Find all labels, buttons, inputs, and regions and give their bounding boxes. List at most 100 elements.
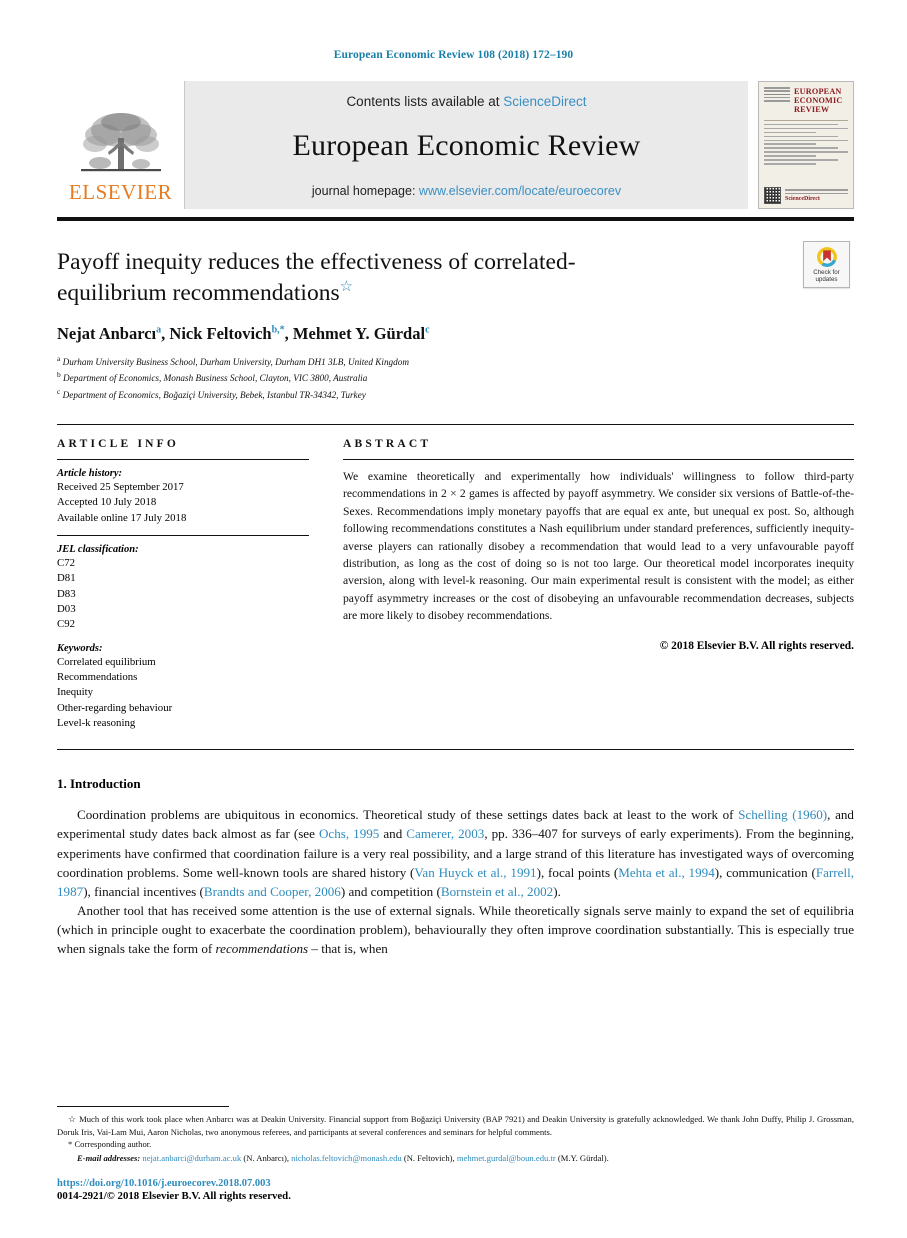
running-head: European Economic Review 108 (2018) 172–… [333,49,574,61]
article-title: Payoff inequity reduces the effectivenes… [57,247,677,308]
cover-brand-label: ScienceDirect [785,195,820,202]
article-page: European Economic Review 108 (2018) 172–… [0,0,907,1238]
journal-homepage-line: journal homepage: www.elsevier.com/locat… [312,184,621,198]
contents-available-line: Contents lists available at ScienceDirec… [346,94,586,109]
affiliation-c-text: Department of Economics, Boğaziçi Univer… [62,389,366,400]
citation-schelling-1960[interactable]: Schelling (1960) [738,807,827,822]
email-anbarci-person: (N. Anbarcı) [243,1152,287,1163]
jel-code-2: D81 [57,572,76,585]
journal-cover-thumbnail[interactable]: EUROPEAN ECONOMIC REVIEW ScienceDirect [758,81,854,209]
affiliation-b-text: Department of Economics, Monash Business… [63,373,368,384]
cover-bottom-lines: ScienceDirect [785,189,848,202]
author-3[interactable]: Mehmet Y. Gürdal [293,324,425,343]
cover-qr-icon [764,187,781,204]
jel-code-5: C92 [57,618,75,631]
article-history-label: Article history: [57,468,123,480]
jel-code-4: D03 [57,603,76,615]
crossmark-line2: updates [815,276,838,283]
author-3-affiliation-marker: c [425,324,430,336]
contents-prefix: Contents lists available at [346,94,504,109]
p2-emphasis-recommendations: recommendations [215,941,309,957]
p1-s7: ), financial incentives ( [83,883,204,899]
email-feltovich[interactable]: nicholas.feltovich@monash.edu [291,1153,402,1163]
journal-title: European Economic Review [292,129,641,162]
citation-vanhuyck-1991[interactable]: Van Huyck et al., 1991 [414,865,536,880]
crossmark-icon [816,246,837,267]
email-feltovich-person: (N. Feltovich) [403,1152,453,1163]
cover-journal-title: EUROPEAN ECONOMIC REVIEW [794,87,843,115]
affiliation-a-text: Durham University Business School, Durha… [62,357,409,368]
jel-classification-label: JEL classification: [57,544,139,556]
crossmark-line1: Check for [813,268,840,276]
cover-toc-lines [764,123,848,184]
journal-masthead: ELSEVIER Contents lists available at Sci… [57,81,854,209]
citation-ochs-1995[interactable]: Ochs, 1995 [319,826,379,841]
p1-s5: ), focal points ( [536,864,619,880]
masthead-center: Contents lists available at ScienceDirec… [185,81,748,209]
crossmark-label: Check for updates [813,269,839,283]
sciencedirect-link[interactable]: ScienceDirect [503,94,586,109]
cover-bottom: ScienceDirect [764,187,848,204]
email-addresses-label: E-mail addresses: [77,1152,141,1163]
doi-link[interactable]: https://doi.org/10.1016/j.euroecorev.201… [57,1178,291,1189]
citation-camerer-2003[interactable]: Camerer, 2003 [406,826,484,841]
footnote-corresponding-text: Corresponding author. [74,1139,152,1150]
footnote-star-marker: ☆ [68,1113,77,1124]
footnote-corresponding: * Corresponding author. [57,1138,854,1150]
footnote-rule [57,1105,229,1107]
cover-divider [764,119,848,121]
history-received: Received 25 September 2017 [57,481,184,494]
footnote-emails: E-mail addresses: nejat.anbarci@durham.a… [77,1152,609,1163]
masthead-bottom-rule [57,217,854,221]
footer-block: https://doi.org/10.1016/j.euroecorev.201… [57,1178,291,1202]
history-accepted: Accepted 10 July 2018 [57,496,157,509]
issn-copyright-line: 0014-2921/© 2018 Elsevier B.V. All right… [57,1190,291,1202]
author-2[interactable]: Nick Feltovich [169,324,271,343]
keyword-4: Other-regarding behaviour [57,701,173,714]
crossmark-badge[interactable]: Check for updates [803,241,850,288]
journal-homepage-link[interactable]: www.elsevier.com/locate/euroecorev [419,184,621,198]
keyword-1: Correlated equilibrium [57,655,156,668]
email-anbarci[interactable]: nejat.anbarci@durham.ac.uk [142,1153,241,1163]
keywords-label: Keywords: [57,642,103,654]
p1-s3: and [379,826,407,842]
section-heading-introduction: 1. Introduction [57,776,141,792]
affiliation-b: b Department of Economics, Monash Busine… [57,369,850,385]
email-gurdal-person: (M.Y. Gürdal) [557,1152,607,1163]
info-abstract-columns: ARTICLE INFO Article history: Received 2… [57,425,854,731]
title-footnote-marker[interactable]: ☆ [340,279,353,295]
keyword-2: Recommendations [57,670,138,683]
elsevier-logo: ELSEVIER [57,81,185,209]
p1-s6: ), communication ( [714,864,816,880]
keyword-5: Level-k reasoning [57,716,136,729]
article-info-heading: ARTICLE INFO [57,438,180,451]
abstract-rule [343,459,854,461]
footnote-funding-text: Much of this work took place when Anbarc… [57,1113,854,1137]
abstract-heading: ABSTRACT [343,438,432,451]
p2-s1: Another tool that has received some atte… [57,902,854,957]
affiliation-list: a Durham University Business School, Dur… [57,353,850,402]
citation-bornstein-2002[interactable]: Bornstein et al., 2002 [441,884,553,899]
keywords-spacer [57,633,309,643]
article-info-column: ARTICLE INFO Article history: Received 2… [57,438,309,731]
p1-s1: Coordination problems are ubiquitous in … [77,807,739,823]
affiliation-c: c Department of Economics, Boğaziçi Univ… [57,386,850,402]
intro-paragraph-2: Another tool that has received some atte… [57,901,854,958]
history-available-online: Available online 17 July 2018 [57,511,187,524]
citation-brandts-cooper-2006[interactable]: Brandts and Cooper, 2006 [204,884,341,899]
title-block: Check for updates Payoff inequity reduce… [57,241,850,402]
article-title-text: Payoff inequity reduces the effectivenes… [57,249,576,306]
p1-s9: ). [553,883,561,899]
email-gurdal[interactable]: mehmet.gurdal@boun.edu.tr [457,1153,556,1163]
cover-meta-lines [764,87,790,115]
p1-s8: ) and competition ( [340,883,441,899]
citation-mehta-1994[interactable]: Mehta et al., 1994 [618,865,715,880]
article-body: 1. Introduction Coordination problems ar… [57,776,854,958]
p2-s2: – that is, when [308,941,388,957]
affiliation-a: a Durham University Business School, Dur… [57,353,850,369]
footnote-funding: ☆ Much of this work took place when Anba… [57,1113,854,1138]
affiliation-c-mark: c [57,386,61,396]
footnote-block: ☆ Much of this work took place when Anba… [57,1105,854,1164]
author-1[interactable]: Nejat Anbarcı [57,324,156,343]
affiliation-b-mark: b [57,370,61,380]
